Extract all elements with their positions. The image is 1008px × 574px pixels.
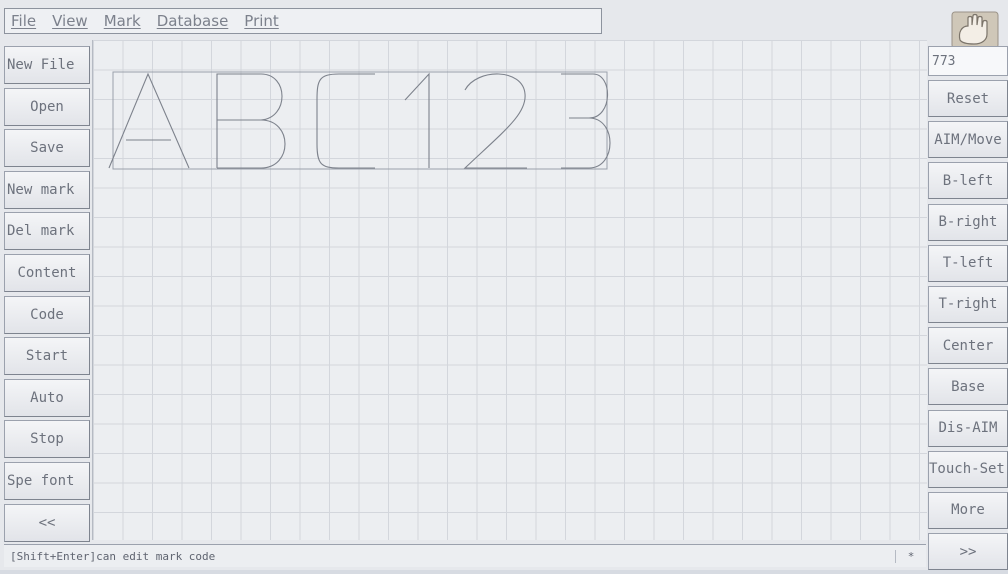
mark-counter[interactable]: 773 xyxy=(928,46,1008,76)
left-button-del-mark[interactable]: Del mark xyxy=(4,212,90,251)
left-button-code[interactable]: Code xyxy=(4,295,90,334)
menu-view[interactable]: View xyxy=(46,12,98,30)
left-button-stop[interactable]: Stop xyxy=(4,420,90,459)
right-button-touch-set[interactable]: Touch-Set xyxy=(928,450,1008,488)
right-button-t-right[interactable]: T-right xyxy=(928,285,1008,323)
menu-print[interactable]: Print xyxy=(238,12,289,30)
right-toolbar: 773 Reset AIM/Move B-left B-right T-left T-ri… xyxy=(928,46,1008,574)
left-button-open[interactable]: Open xyxy=(4,87,90,126)
status-bar: [Shift+Enter]can edit mark code * xyxy=(4,544,926,567)
left-button-start[interactable]: Start xyxy=(4,337,90,376)
right-button-more[interactable]: More xyxy=(928,491,1008,529)
left-toolbar: New File Open Save New mark Del mark Content C… xyxy=(4,46,90,545)
right-button-center[interactable]: Center xyxy=(928,327,1008,365)
mark-canvas[interactable] xyxy=(92,40,927,540)
right-button-b-right[interactable]: B-right xyxy=(928,203,1008,241)
hand-pointer-icon[interactable] xyxy=(946,10,1002,50)
right-button-b-left[interactable]: B-left xyxy=(928,162,1008,200)
menu-database[interactable]: Database xyxy=(151,12,239,30)
mark-preview xyxy=(108,71,611,170)
mark-text-glyphs xyxy=(108,72,611,169)
menu-file[interactable]: File xyxy=(5,12,46,30)
left-button-auto[interactable]: Auto xyxy=(4,378,90,417)
collapse-left-button[interactable]: << xyxy=(4,503,90,542)
right-button-dis-aim[interactable]: Dis-AIM xyxy=(928,409,1008,447)
right-button-base[interactable]: Base xyxy=(928,368,1008,406)
status-indicator: * xyxy=(895,549,926,563)
expand-right-button[interactable]: >> xyxy=(928,533,1008,571)
right-button-aim-move[interactable]: AIM/Move xyxy=(928,121,1008,159)
status-message: [Shift+Enter]can edit mark code xyxy=(10,549,216,563)
left-button-spe-font[interactable]: Spe font xyxy=(4,461,90,500)
right-button-reset[interactable]: Reset xyxy=(928,80,1008,117)
left-button-save[interactable]: Save xyxy=(4,129,90,168)
laser-marker-screen: File View Mark Database Print New File Op… xyxy=(0,0,1008,571)
right-button-t-left[interactable]: T-left xyxy=(928,244,1008,282)
left-button-new-file[interactable]: New File xyxy=(4,46,90,84)
menu-mark[interactable]: Mark xyxy=(98,12,151,30)
left-button-content[interactable]: Content xyxy=(4,253,90,292)
menu-bar: File View Mark Database Print xyxy=(4,8,602,34)
left-button-new-mark[interactable]: New mark xyxy=(4,170,90,209)
